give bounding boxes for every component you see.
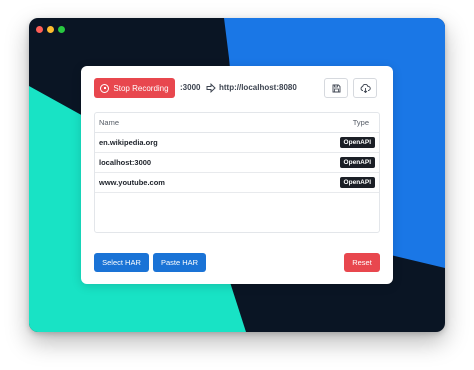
table-row[interactable]: localhost:3000 OpenAPI bbox=[95, 153, 379, 173]
stop-circle-icon bbox=[100, 83, 110, 93]
table-row[interactable]: www.youtube.com OpenAPI bbox=[95, 173, 379, 193]
row-domain: en.wikipedia.org bbox=[99, 138, 158, 147]
column-header-name: Name bbox=[99, 118, 120, 127]
window-zoom-button[interactable] bbox=[58, 26, 65, 33]
toolbar: Stop Recording :3000 http://localhost:80… bbox=[94, 78, 380, 98]
domains-table: Name Type en.wikipedia.org OpenAPI local… bbox=[94, 112, 380, 233]
type-badge: OpenAPI bbox=[339, 157, 375, 168]
save-button[interactable] bbox=[324, 78, 348, 98]
type-badge: OpenAPI bbox=[339, 137, 375, 148]
row-domain: www.youtube.com bbox=[99, 178, 165, 187]
window-close-button[interactable] bbox=[36, 26, 43, 33]
table-header: Name Type bbox=[95, 113, 379, 133]
recorder-panel: Stop Recording :3000 http://localhost:80… bbox=[81, 66, 393, 284]
reset-button[interactable]: Reset bbox=[344, 253, 380, 272]
select-har-button[interactable]: Select HAR bbox=[94, 253, 149, 272]
proxy-url: http://localhost:8080 bbox=[219, 83, 297, 92]
paste-har-button[interactable]: Paste HAR bbox=[153, 253, 206, 272]
type-badge: OpenAPI bbox=[339, 177, 375, 188]
arrow-right-icon bbox=[206, 83, 216, 93]
row-domain: localhost:3000 bbox=[99, 158, 152, 167]
column-header-type: Type bbox=[352, 118, 369, 127]
cloud-download-icon bbox=[360, 83, 371, 93]
stop-recording-button[interactable]: Stop Recording bbox=[94, 78, 175, 98]
table-row[interactable]: en.wikipedia.org OpenAPI bbox=[95, 133, 379, 153]
stop-recording-label: Stop Recording bbox=[113, 83, 169, 93]
source-port: :3000 bbox=[180, 83, 201, 92]
download-button[interactable] bbox=[353, 78, 377, 98]
save-icon bbox=[332, 84, 340, 92]
window-minimize-button[interactable] bbox=[47, 26, 54, 33]
